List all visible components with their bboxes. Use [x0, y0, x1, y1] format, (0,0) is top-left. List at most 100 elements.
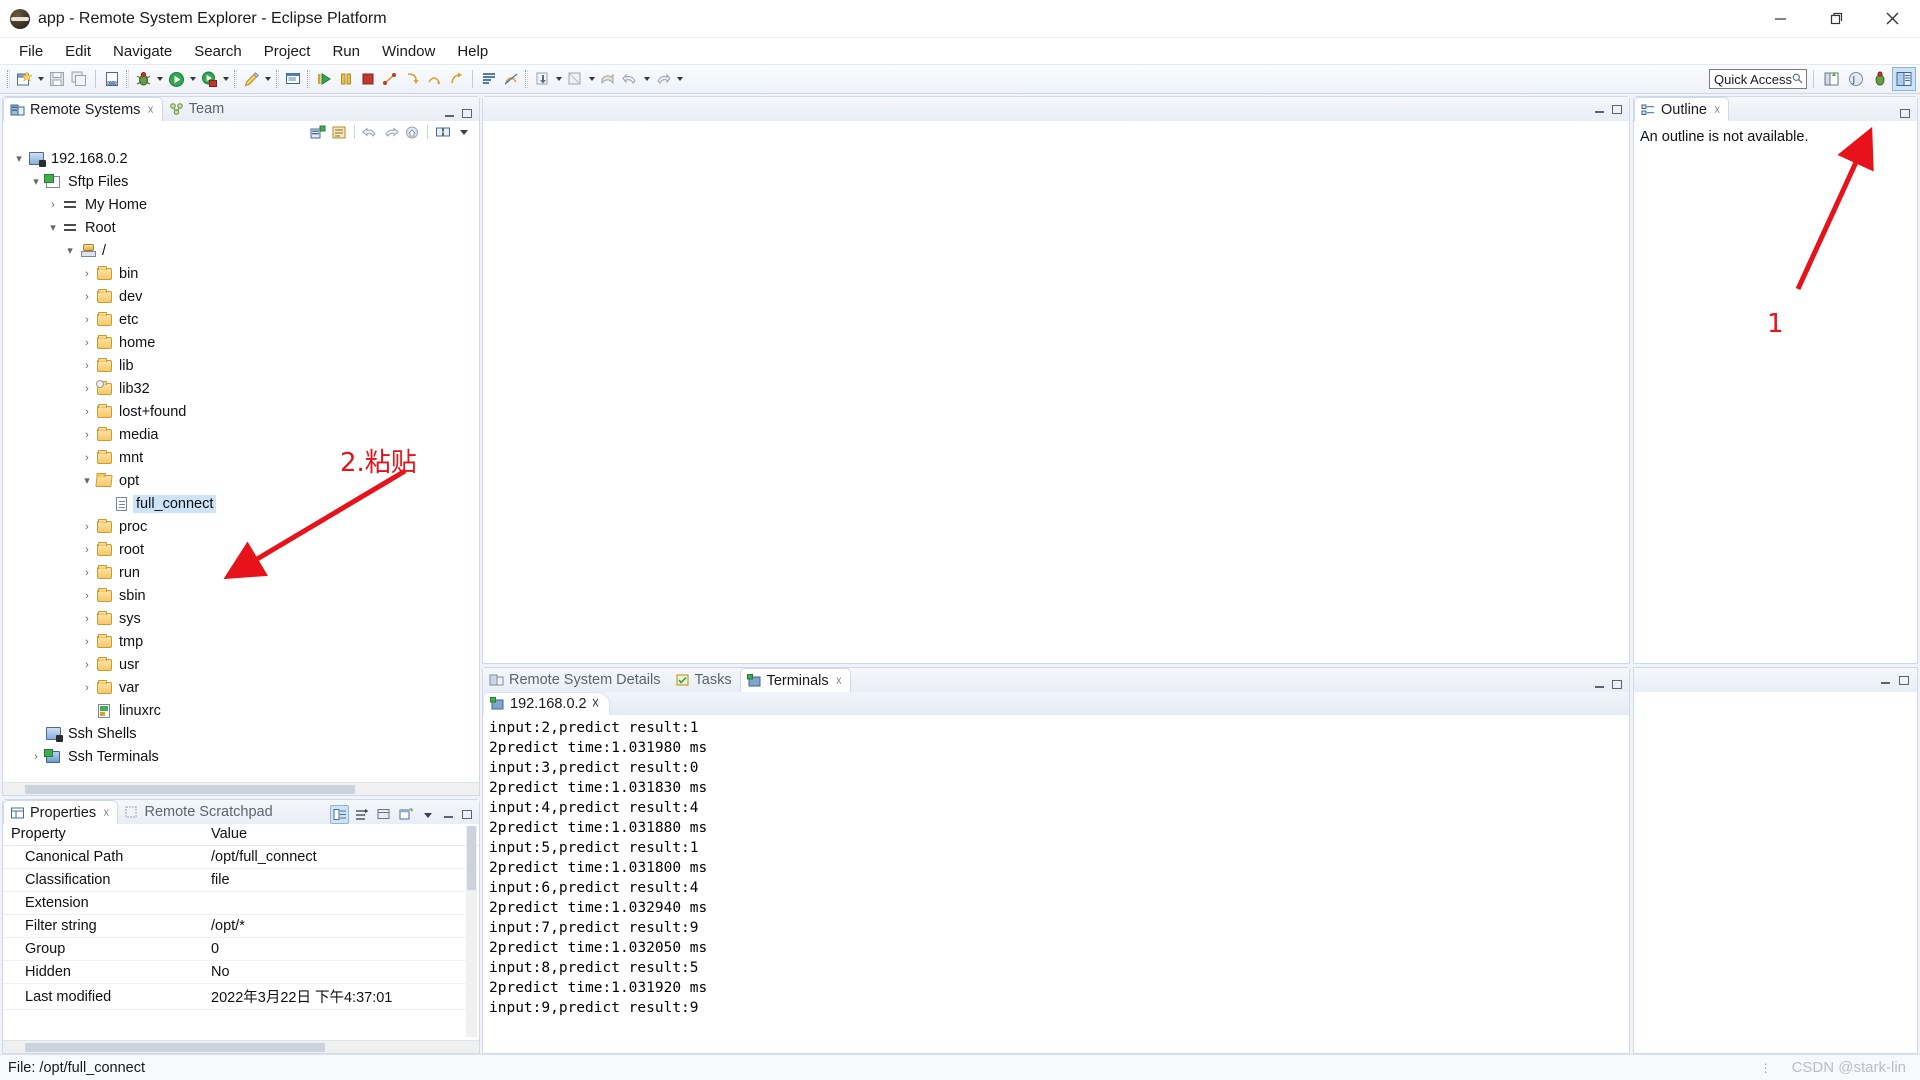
- tree-item[interactable]: › bin: [3, 262, 479, 285]
- twisty-collapsed-icon[interactable]: ›: [79, 567, 95, 579]
- new-properties-view-icon[interactable]: [396, 805, 415, 824]
- tab-outline-close-icon[interactable]: ☓: [1714, 103, 1720, 117]
- tree-item[interactable]: › lib32: [3, 377, 479, 400]
- tab-team[interactable]: Team: [163, 97, 232, 121]
- twisty-expanded-icon[interactable]: ▾: [79, 474, 95, 487]
- run-external-dropdown-icon[interactable]: [220, 68, 231, 90]
- tab-terminals[interactable]: Terminals ☓: [739, 668, 852, 692]
- forward-icon[interactable]: [652, 68, 674, 90]
- terminal-session-close-icon[interactable]: ☓: [592, 696, 600, 712]
- tree-item[interactable]: › lost+found: [3, 400, 479, 423]
- tree-item[interactable]: › run: [3, 561, 479, 584]
- quick-access-input[interactable]: Quick Access: [1709, 69, 1807, 89]
- tree-horizontal-scrollbar[interactable]: [3, 782, 479, 795]
- download-icon[interactable]: [531, 68, 553, 90]
- properties-hscroll-thumb[interactable]: [25, 1043, 325, 1052]
- menu-project[interactable]: Project: [253, 41, 322, 62]
- toolbar-grip-4[interactable]: [276, 70, 279, 88]
- tree-item[interactable]: › Ssh Terminals: [3, 745, 479, 768]
- save-all-icon[interactable]: [68, 68, 90, 90]
- toolbar-grip-3[interactable]: [234, 70, 237, 88]
- tab-remote-systems[interactable]: Remote Systems ☓: [3, 97, 163, 121]
- maximize-right-stub-button[interactable]: [1896, 672, 1912, 688]
- tree-item[interactable]: › sbin: [3, 584, 479, 607]
- toolbar-grip-2[interactable]: [126, 70, 129, 88]
- minimize-terminals-button[interactable]: [1591, 676, 1607, 692]
- show-whitespace-icon[interactable]: [478, 68, 500, 90]
- properties-vertical-scrollbar[interactable]: [466, 826, 477, 1037]
- terminal-session-tab[interactable]: 192.168.0.2 ☓: [483, 692, 611, 715]
- new-file-icon[interactable]: 010: [101, 68, 123, 90]
- properties-horizontal-scrollbar[interactable]: [3, 1040, 479, 1053]
- tree-item[interactable]: › root: [3, 538, 479, 561]
- back-dropdown-icon[interactable]: [641, 68, 652, 90]
- tab-tasks[interactable]: Tasks: [669, 668, 740, 692]
- disconnect-icon[interactable]: [379, 68, 401, 90]
- tree-item[interactable]: › media: [3, 423, 479, 446]
- properties-row[interactable]: Last modified 2022年3月22日 下午4:37:01: [3, 983, 479, 1010]
- run-icon[interactable]: [165, 68, 187, 90]
- tree-item[interactable]: › My Home: [3, 193, 479, 216]
- remote-systems-tree[interactable]: ▾ 192.168.0.2 ▾ Sftp Files › My Home ▾ Root ▾ / › b…: [3, 143, 479, 768]
- twisty-collapsed-icon[interactable]: ›: [79, 337, 95, 349]
- suspend-icon[interactable]: [335, 68, 357, 90]
- twisty-collapsed-icon[interactable]: ›: [79, 521, 95, 533]
- tab-terminals-close-icon[interactable]: ☓: [836, 674, 842, 688]
- tree-item[interactable]: › lib: [3, 354, 479, 377]
- minimize-view-button[interactable]: [441, 105, 457, 121]
- remote-system-explorer-perspective-icon[interactable]: [1892, 67, 1916, 91]
- tree-item[interactable]: › mnt: [3, 446, 479, 469]
- minimize-editor-button[interactable]: [1591, 101, 1607, 117]
- maximize-terminals-button[interactable]: [1609, 676, 1625, 692]
- skip-breakpoints-icon[interactable]: [500, 68, 522, 90]
- close-button[interactable]: [1864, 0, 1920, 38]
- home-icon[interactable]: [403, 123, 421, 141]
- tree-item[interactable]: ▾ Root: [3, 216, 479, 239]
- view-menu-icon[interactable]: [455, 123, 473, 141]
- terminate-icon[interactable]: [357, 68, 379, 90]
- twisty-collapsed-icon[interactable]: ›: [79, 544, 95, 556]
- tree-item[interactable]: ▾ Sftp Files: [3, 170, 479, 193]
- tree-item[interactable]: › usr: [3, 653, 479, 676]
- restore-default-icon[interactable]: [374, 805, 393, 824]
- back-icon[interactable]: [619, 68, 641, 90]
- maximize-properties-button[interactable]: [459, 807, 475, 823]
- twisty-collapsed-icon[interactable]: ›: [79, 659, 95, 671]
- twisty-collapsed-icon[interactable]: ›: [79, 429, 95, 441]
- link-editor-icon[interactable]: [434, 123, 452, 141]
- view-menu-icon[interactable]: [418, 805, 437, 824]
- tree-item[interactable]: linuxrc: [3, 699, 479, 722]
- step-return-icon[interactable]: [445, 68, 467, 90]
- twisty-collapsed-icon[interactable]: ›: [45, 199, 61, 211]
- tree-item[interactable]: › tmp: [3, 630, 479, 653]
- restore-button[interactable]: [1808, 0, 1864, 38]
- save-icon[interactable]: [46, 68, 68, 90]
- maximize-outline-button[interactable]: [1897, 105, 1913, 121]
- toolbar-grip-6[interactable]: [525, 70, 528, 88]
- properties-row[interactable]: Filter string/opt/*: [3, 914, 479, 938]
- tree-item[interactable]: full_connect: [3, 492, 479, 515]
- menu-run[interactable]: Run: [321, 41, 371, 62]
- forward-icon[interactable]: [382, 123, 400, 141]
- tree-scroll-thumb[interactable]: [25, 785, 355, 794]
- tab-properties-close-icon[interactable]: ☓: [103, 806, 109, 820]
- tree-item[interactable]: › home: [3, 331, 479, 354]
- console-icon[interactable]: [282, 68, 304, 90]
- debug-dropdown-icon[interactable]: [154, 68, 165, 90]
- toolbar-grip-5[interactable]: [307, 70, 310, 88]
- new-wizard-icon[interactable]: [13, 68, 35, 90]
- menu-search[interactable]: Search: [183, 41, 253, 62]
- properties-row[interactable]: Group 0: [3, 937, 479, 961]
- menu-edit[interactable]: Edit: [54, 41, 102, 62]
- collapse-all-icon[interactable]: [330, 123, 348, 141]
- download-dropdown-icon[interactable]: [553, 68, 564, 90]
- tree-item[interactable]: › sys: [3, 607, 479, 630]
- menu-window[interactable]: Window: [371, 41, 446, 62]
- twisty-collapsed-icon[interactable]: ›: [28, 751, 44, 763]
- run-dropdown-icon[interactable]: [187, 68, 198, 90]
- tab-remote-systems-close-icon[interactable]: ☓: [147, 103, 153, 117]
- twisty-collapsed-icon[interactable]: ›: [79, 636, 95, 648]
- tree-item[interactable]: › var: [3, 676, 479, 699]
- search-remote-dropdown-icon[interactable]: [586, 68, 597, 90]
- properties-row[interactable]: Classification file: [3, 868, 479, 892]
